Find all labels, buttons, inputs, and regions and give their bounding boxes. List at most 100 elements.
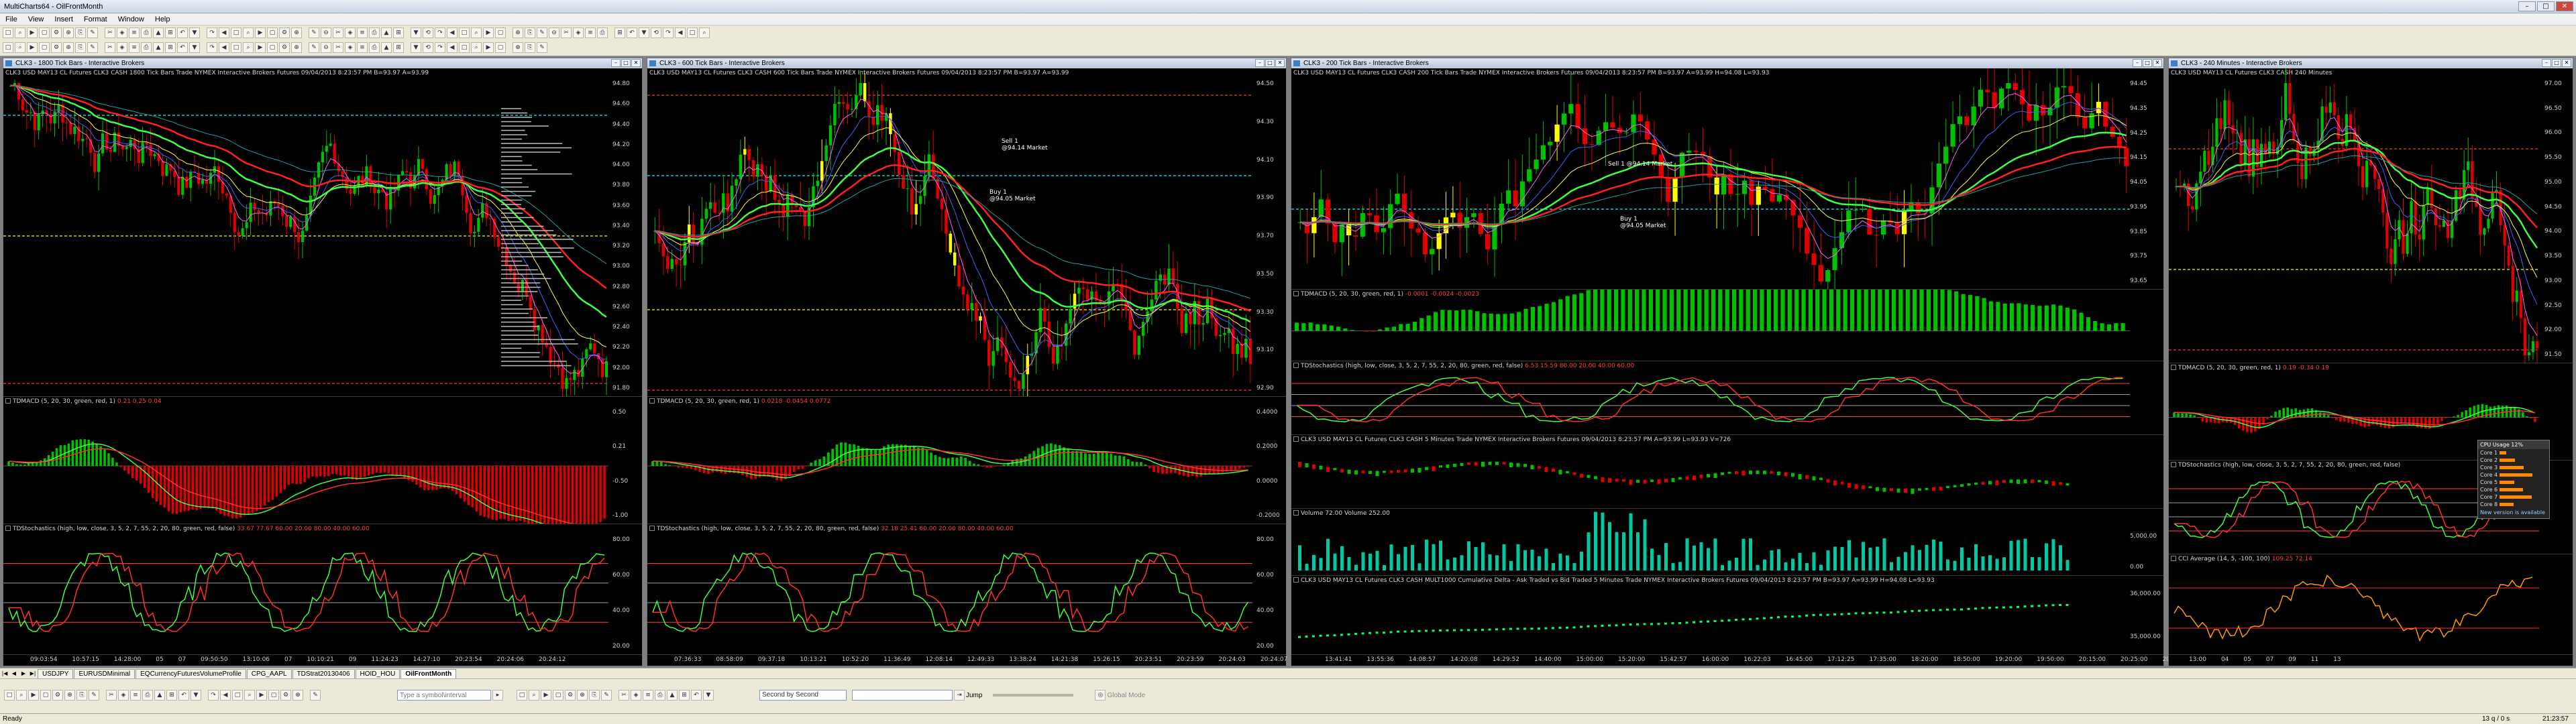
toolbar-button-icon[interactable]: ⚙ bbox=[280, 690, 291, 701]
toolbar-button-icon[interactable]: ▼ bbox=[191, 690, 201, 701]
minimize-icon[interactable]: – bbox=[2542, 59, 2551, 67]
tab-scroll-next-icon[interactable]: ▶ bbox=[19, 669, 28, 678]
toolbar-button-icon[interactable]: ▶ bbox=[541, 690, 551, 701]
minimize-icon[interactable]: – bbox=[1255, 59, 1265, 67]
toolbar-button-icon[interactable]: ✎ bbox=[309, 27, 319, 38]
global-mode-button[interactable]: Global Mode bbox=[1107, 692, 1145, 699]
toolbar-button-icon[interactable]: ⎙ bbox=[655, 690, 665, 701]
toolbar-button-icon[interactable]: ⊕ bbox=[291, 27, 302, 38]
chart-window-title[interactable]: CLK3 - 600 Tick Bars - Interactive Broke… bbox=[647, 58, 1286, 68]
close-icon[interactable]: ✕ bbox=[2153, 59, 2162, 67]
toolbar-button-icon[interactable]: ↷ bbox=[207, 42, 217, 53]
toolbar-button-icon[interactable]: ⊖ bbox=[321, 27, 331, 38]
toolbar-button-icon[interactable]: ⊕ bbox=[291, 42, 302, 53]
toolbar-button-icon[interactable]: □ bbox=[459, 27, 470, 38]
macd-pane[interactable]: TDMACD (5, 20, 30, green, red, 1) -0.000… bbox=[1291, 290, 2163, 361]
toolbar-button-icon[interactable]: ▶ bbox=[483, 27, 494, 38]
toolbar-button-icon[interactable]: □ bbox=[517, 690, 527, 701]
toolbar-button-icon[interactable]: ⌕ bbox=[243, 42, 254, 53]
tab-oilfrontmonth[interactable]: OilFrontMonth bbox=[400, 669, 457, 678]
tab-scroll-first-icon[interactable]: |◀ bbox=[0, 669, 9, 678]
menu-file[interactable]: File bbox=[0, 15, 23, 23]
toolbar-button-icon[interactable]: ↶ bbox=[178, 690, 189, 701]
toolbar-button-icon[interactable]: ✂ bbox=[106, 690, 117, 701]
price-pane[interactable]: CLK3 USD MAY13 CL Futures CLK3 CASH 200 … bbox=[1291, 68, 2163, 290]
globe-icon[interactable]: ◎ bbox=[1095, 690, 1106, 701]
toolbar-button-icon[interactable]: ⎘ bbox=[525, 27, 535, 38]
toolbar-button-icon[interactable]: ≡ bbox=[357, 42, 368, 53]
jump-button[interactable]: Jump bbox=[966, 692, 982, 699]
toolbar-button-icon[interactable]: ⌕ bbox=[15, 42, 25, 53]
toolbar-button-icon[interactable]: ⎙ bbox=[369, 27, 380, 38]
toolbar-button-icon[interactable]: ▶ bbox=[483, 42, 494, 53]
macd-pane[interactable]: TDMACD (5, 20, 30, green, red, 1) 0.0218… bbox=[647, 397, 1286, 524]
toolbar-button-icon[interactable]: ▼ bbox=[411, 42, 421, 53]
jump-icon[interactable]: ⇥ bbox=[954, 690, 965, 701]
toolbar-button-icon[interactable]: ▢ bbox=[553, 690, 564, 701]
toolbar-button-icon[interactable]: ▢ bbox=[268, 690, 279, 701]
toolbar-button-icon[interactable]: □ bbox=[231, 27, 241, 38]
toolbar-button-icon[interactable]: ⎘ bbox=[75, 27, 86, 38]
sell-order-marker[interactable]: Sell 1 @94.14 Market bbox=[1002, 138, 1048, 152]
toolbar-button-icon[interactable]: ⊕ bbox=[513, 42, 523, 53]
toolbar-button-icon[interactable]: ▼ bbox=[189, 27, 200, 38]
toolbar-button-icon[interactable]: ⚙ bbox=[51, 42, 62, 53]
menu-format[interactable]: Format bbox=[78, 15, 113, 23]
maximize-icon[interactable]: □ bbox=[2552, 59, 2561, 67]
buy-order-marker[interactable]: Buy 1 @94.05 Market bbox=[1620, 216, 1666, 229]
price-chart[interactable] bbox=[3, 68, 642, 397]
toolbar-button-icon[interactable]: ⚙ bbox=[279, 27, 290, 38]
toolbar-button-icon[interactable]: ≡ bbox=[585, 27, 596, 38]
toolbar-button-icon[interactable]: ⊞ bbox=[165, 42, 176, 53]
toolbar-button-icon[interactable]: ◈ bbox=[573, 27, 584, 38]
close-icon[interactable]: ✕ bbox=[2556, 1, 2573, 11]
toolbar-button-icon[interactable]: ✂ bbox=[333, 42, 343, 53]
toolbar-button-icon[interactable]: ≡ bbox=[643, 690, 653, 701]
toolbar-button-icon[interactable]: □ bbox=[687, 27, 698, 38]
toolbar-button-icon[interactable]: ⊖ bbox=[321, 42, 331, 53]
tab-tdstrat[interactable]: TDStrat20130406 bbox=[292, 669, 355, 678]
toolbar-button-icon[interactable]: ⌕ bbox=[471, 42, 482, 53]
close-icon[interactable]: ✕ bbox=[2562, 59, 2571, 67]
toolbar-button-icon[interactable]: ✂ bbox=[333, 27, 343, 38]
toolbar-button-icon[interactable]: ↷ bbox=[208, 690, 219, 701]
toolbar-button-icon[interactable]: ≡ bbox=[130, 690, 141, 701]
volume-pane[interactable]: Volume 72.00 Volume 252.00 5,000.00 0.00 bbox=[1291, 509, 2163, 576]
toolbar-button-icon[interactable]: ◀ bbox=[219, 42, 229, 53]
toolbar-button-icon[interactable]: ⚙ bbox=[565, 690, 576, 701]
toolbar-button-icon[interactable]: ▢ bbox=[495, 42, 506, 53]
tab-scroll-prev-icon[interactable]: ◀ bbox=[9, 669, 19, 678]
tab-cpg-aapl[interactable]: CPG_AAPL bbox=[246, 669, 292, 678]
toolbar-button-icon[interactable]: ⎘ bbox=[75, 42, 86, 53]
toolbar-button-icon[interactable]: ⎙ bbox=[597, 27, 608, 38]
minimize-icon[interactable]: – bbox=[2518, 1, 2536, 11]
toolbar-button-icon[interactable]: ▢ bbox=[40, 690, 51, 701]
minimize-icon[interactable]: – bbox=[2133, 59, 2142, 67]
toolbar-button-icon[interactable]: ▶ bbox=[28, 690, 39, 701]
toolbar-button-icon[interactable]: ✂ bbox=[561, 27, 572, 38]
toolbar-button-icon[interactable]: ◀ bbox=[447, 42, 458, 53]
toolbar-button-icon[interactable]: ✎ bbox=[87, 42, 98, 53]
stochastics-pane[interactable]: TDStochastics (high, low, close, 3, 5, 2… bbox=[647, 524, 1286, 655]
toolbar-button-icon[interactable]: ↷ bbox=[207, 27, 217, 38]
toolbar-button-icon[interactable]: ▼ bbox=[411, 27, 421, 38]
toolbar-button-icon[interactable]: ▢ bbox=[267, 42, 278, 53]
toolbar-button-icon[interactable]: ↷ bbox=[663, 27, 674, 38]
toolbar-button-icon[interactable]: ✎ bbox=[309, 42, 319, 53]
speed-slider[interactable] bbox=[993, 694, 1074, 697]
toolbar-button-icon[interactable]: ✎ bbox=[89, 690, 99, 701]
toolbar-button-icon[interactable]: ◀ bbox=[220, 690, 231, 701]
toolbar-button-icon[interactable]: ✎ bbox=[87, 27, 98, 38]
toolbar-button-icon[interactable]: ▶ bbox=[27, 42, 38, 53]
toolbar-button-icon[interactable]: ▲ bbox=[381, 27, 392, 38]
close-icon[interactable]: ✕ bbox=[631, 59, 641, 67]
toolbar-button-icon[interactable]: ≡ bbox=[129, 42, 140, 53]
macd-pane[interactable]: TDMACD (5, 20, 30, green, red, 1) 0.21 0… bbox=[3, 397, 642, 524]
toolbar-button-icon[interactable]: ◀ bbox=[447, 27, 458, 38]
toolbar-button-icon[interactable]: ◀ bbox=[219, 27, 229, 38]
toolbar-button-icon[interactable]: ↶ bbox=[177, 42, 188, 53]
chart-window-600-tick[interactable]: CLK3 - 600 Tick Bars - Interactive Broke… bbox=[647, 58, 1330, 666]
maximize-icon[interactable]: □ bbox=[2537, 1, 2555, 11]
symbol-input[interactable] bbox=[397, 690, 491, 701]
toolbar-button-icon[interactable]: ↶ bbox=[627, 27, 637, 38]
